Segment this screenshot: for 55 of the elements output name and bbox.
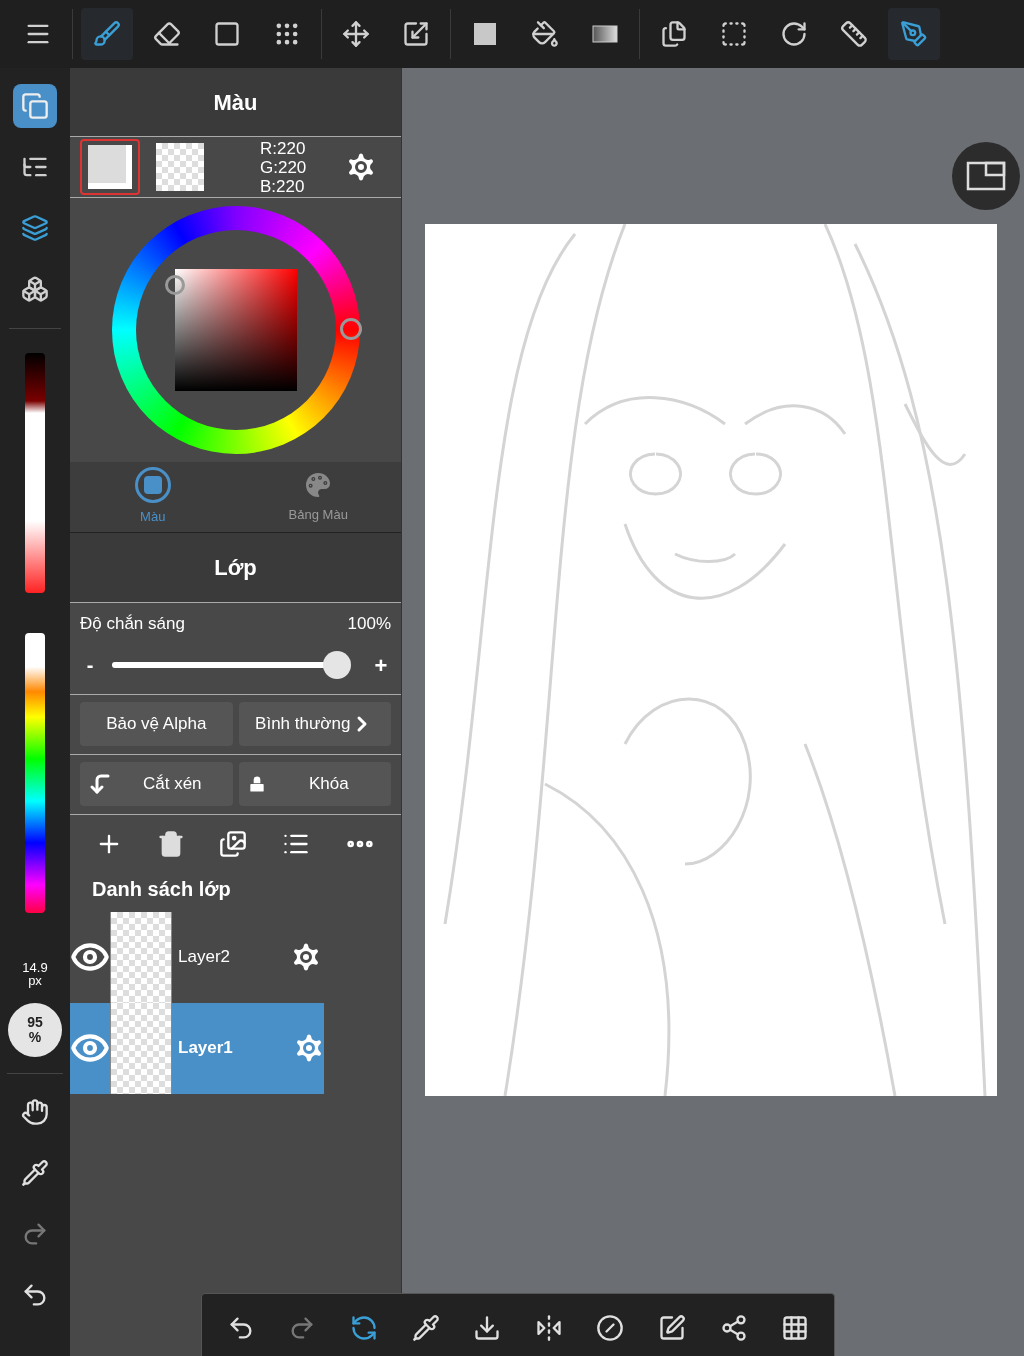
grid-icon (781, 1314, 810, 1342)
opacity-label: Độ chắn sáng (80, 613, 185, 635)
rgb-value: B:220 (260, 176, 306, 196)
save-icon (473, 1314, 502, 1342)
color-tab[interactable]: Bảng Màu (235, 462, 401, 532)
rotate-icon (780, 20, 808, 48)
brush-opacity-button[interactable]: 95 % (8, 1003, 62, 1057)
opacity-value: 100% (347, 613, 391, 635)
brush-icon (93, 20, 121, 48)
layers-icon (21, 214, 49, 242)
increase-button[interactable]: + (371, 648, 391, 682)
slider-thumb[interactable] (323, 651, 351, 679)
rgb-value: R:220 (260, 138, 307, 158)
transform-icon (402, 20, 430, 48)
toolbar-tool[interactable] (81, 8, 133, 60)
transparent-swatch[interactable] (156, 143, 204, 191)
layer-option-button[interactable]: Cắt xén (80, 762, 233, 806)
window-icon (966, 160, 1006, 192)
layer-option-button[interactable]: Bình thường (238, 702, 391, 746)
color-panel-title: Màu (70, 68, 401, 136)
saturation-square[interactable] (174, 269, 297, 391)
pipette-icon (411, 1314, 440, 1342)
layer-name: Layer2 (177, 946, 230, 969)
side-tab[interactable] (13, 84, 57, 128)
decrease-button[interactable]: - (80, 650, 100, 680)
share-icon (719, 1314, 748, 1342)
brush-size-label[interactable]: 14.9 px (22, 961, 48, 987)
pen-icon (900, 20, 928, 48)
images-icon[interactable] (219, 830, 248, 858)
layer-option-button[interactable]: Khóa (238, 762, 391, 806)
opacity-slider[interactable] (112, 651, 351, 679)
picker-ring[interactable] (164, 275, 185, 295)
rgb-value: G:220 (260, 157, 307, 177)
layer-list-title: Danh sách lớp (91, 876, 232, 902)
layer-name: Layer1 (177, 1037, 233, 1060)
pages-icon (660, 20, 688, 48)
ruler-icon (840, 20, 868, 48)
arrow-down-icon (88, 772, 112, 796)
layer-row[interactable]: Layer2 (70, 911, 324, 1003)
bucket-icon (531, 20, 559, 48)
color-swatch[interactable] (80, 139, 140, 195)
color-slider-strip[interactable] (25, 353, 45, 593)
rectangle-icon (213, 20, 241, 48)
hand-icon (21, 1098, 49, 1126)
eraser-icon (153, 20, 181, 48)
hue-slider-strip[interactable] (25, 633, 45, 913)
toolbar-tool[interactable] (888, 8, 940, 60)
layer-option-button[interactable]: Bảo vệ Alpha (80, 702, 233, 746)
selection-icon (720, 20, 748, 48)
pipette-icon (21, 1159, 49, 1187)
flip-icon (534, 1314, 563, 1342)
layer-panel-title: Lớp (70, 532, 401, 602)
move-icon (342, 20, 370, 48)
square-icon (471, 20, 499, 48)
hue-ring-handle[interactable] (339, 318, 362, 340)
